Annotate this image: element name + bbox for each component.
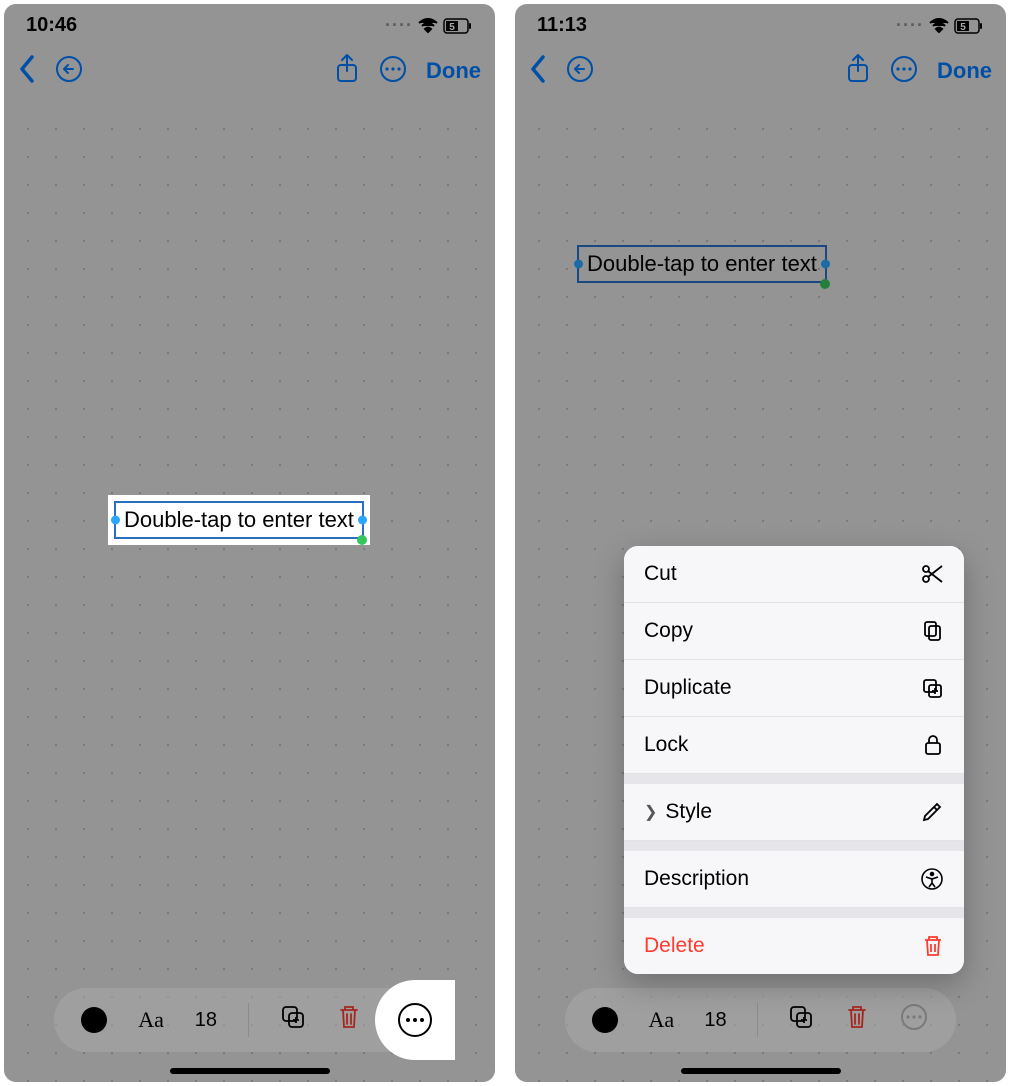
duplicate-tool-icon[interactable] [280, 1004, 306, 1036]
svg-text:5: 5 [960, 22, 966, 33]
battery-icon: 5 [443, 18, 473, 34]
canvas[interactable]: Double-tap to enter text Aa 18 [515, 105, 1006, 1082]
status-bar: 11:13 ···· 5 [515, 4, 1006, 41]
clock: 10:46 [26, 14, 77, 37]
more-nav-button[interactable] [889, 54, 919, 89]
menu-separator [624, 908, 964, 918]
toolbar-divider [757, 1003, 758, 1037]
color-swatch-button[interactable] [592, 1007, 618, 1033]
more-icon [398, 1003, 432, 1037]
menu-style-label: Style [665, 800, 712, 824]
home-indicator[interactable] [681, 1068, 841, 1074]
menu-cut-label: Cut [644, 562, 677, 586]
eyedropper-icon [920, 800, 944, 824]
back-button[interactable] [18, 55, 36, 88]
text-box-placeholder: Double-tap to enter text [587, 251, 817, 276]
menu-delete[interactable]: Delete [624, 918, 964, 974]
font-size-button[interactable]: 18 [704, 1009, 726, 1032]
svg-text:5: 5 [449, 22, 455, 33]
undo-button[interactable] [54, 54, 84, 89]
menu-lock-label: Lock [644, 733, 688, 757]
font-button[interactable]: Aa [138, 1007, 164, 1033]
done-button[interactable]: Done [937, 58, 992, 84]
trash-icon [922, 934, 944, 958]
wifi-icon [928, 18, 950, 34]
resize-handle-right[interactable] [821, 260, 830, 269]
lock-icon [922, 733, 944, 757]
menu-copy-label: Copy [644, 619, 693, 643]
menu-copy[interactable]: Copy [624, 603, 964, 660]
menu-description[interactable]: Description [624, 851, 964, 908]
more-tool-icon[interactable] [899, 1002, 929, 1038]
accessibility-icon [920, 867, 944, 891]
text-box-selected[interactable]: Double-tap to enter text [108, 495, 370, 545]
color-swatch-button[interactable] [81, 1007, 107, 1033]
menu-separator [624, 841, 964, 851]
wifi-icon [417, 18, 439, 34]
resize-handle-left[interactable] [574, 260, 583, 269]
nav-bar: Done [515, 41, 1006, 105]
resize-handle-right[interactable] [358, 516, 367, 525]
menu-cut[interactable]: Cut [624, 546, 964, 603]
text-box-placeholder: Double-tap to enter text [124, 507, 354, 532]
phone-screen-left: 10:46 ···· 5 D [4, 4, 495, 1082]
more-button-highlight[interactable] [375, 980, 455, 1060]
chevron-right-icon: ❯ [644, 802, 657, 822]
resize-handle-left[interactable] [111, 516, 120, 525]
canvas[interactable]: Double-tap to enter text Aa 18 [4, 105, 495, 1082]
duplicate-tool-icon[interactable] [788, 1004, 814, 1036]
battery-icon: 5 [954, 18, 984, 34]
cellular-dots-icon: ···· [896, 15, 924, 36]
menu-lock[interactable]: Lock [624, 717, 964, 774]
more-nav-button[interactable] [378, 54, 408, 89]
undo-button[interactable] [565, 54, 595, 89]
menu-description-label: Description [644, 867, 749, 891]
toolbar-divider [248, 1003, 249, 1037]
duplicate-icon [920, 676, 944, 700]
scissors-icon [920, 562, 944, 586]
done-button[interactable]: Done [426, 58, 481, 84]
clock: 11:13 [537, 14, 587, 37]
menu-separator [624, 774, 964, 784]
rotate-handle[interactable] [357, 535, 367, 545]
menu-delete-label: Delete [644, 934, 705, 958]
font-size-button[interactable]: 18 [195, 1009, 217, 1032]
share-button[interactable] [845, 53, 871, 90]
menu-duplicate-label: Duplicate [644, 676, 732, 700]
context-menu: Cut Copy Duplicate Lock [624, 546, 964, 974]
cellular-dots-icon: ···· [385, 15, 413, 36]
home-indicator[interactable] [170, 1068, 330, 1074]
trash-tool-icon[interactable] [337, 1004, 361, 1036]
menu-duplicate[interactable]: Duplicate [624, 660, 964, 717]
back-button[interactable] [529, 55, 547, 88]
font-button[interactable]: Aa [648, 1007, 674, 1033]
status-bar: 10:46 ···· 5 [4, 4, 495, 41]
text-box-selected[interactable]: Double-tap to enter text [571, 239, 833, 289]
menu-style[interactable]: ❯ Style [624, 784, 964, 841]
trash-tool-icon[interactable] [845, 1004, 869, 1036]
phone-screen-right: 11:13 ···· 5 D [515, 4, 1006, 1082]
nav-bar: Done [4, 41, 495, 105]
format-toolbar: Aa 18 [565, 988, 956, 1052]
rotate-handle[interactable] [820, 279, 830, 289]
copy-icon [920, 619, 944, 643]
share-button[interactable] [334, 53, 360, 90]
